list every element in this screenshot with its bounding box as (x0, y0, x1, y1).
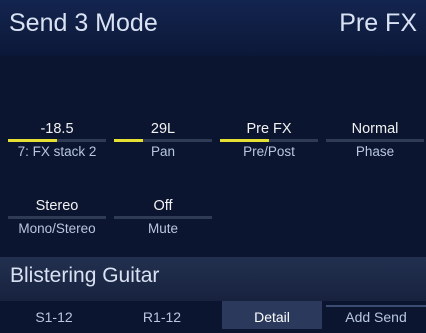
level-bar (326, 139, 424, 142)
softkey-label: Add Send (345, 309, 407, 325)
param-pan[interactable]: 29L Pan (110, 121, 216, 160)
param-mono-stereo[interactable]: Stereo Mono/Stereo (4, 198, 110, 237)
param-value: -18.5 (40, 121, 74, 137)
level-bar-fill (8, 139, 57, 142)
level-bar (114, 216, 212, 219)
param-label: Pan (150, 144, 176, 159)
param-phase[interactable]: Normal Phase (322, 121, 426, 160)
param-send-level[interactable]: -18.5 7: FX stack 2 (4, 121, 110, 160)
level-bar (8, 216, 106, 219)
param-value: Off (153, 198, 173, 214)
level-bar (114, 139, 212, 142)
header-bar: Send 3 Mode Pre FX (0, 0, 426, 56)
softkey-label: R1-12 (142, 309, 182, 325)
param-label: Phase (355, 144, 395, 159)
softkey-indicator-line (326, 305, 426, 307)
param-value: Stereo (35, 198, 79, 214)
softkey-label: Detail (254, 309, 290, 325)
param-pre-post[interactable]: Pre FX Pre/Post (216, 121, 322, 160)
softkey-detail[interactable]: Detail (222, 301, 322, 329)
page-title: Send 3 Mode (9, 9, 158, 37)
level-bar (8, 139, 106, 142)
param-value: Normal (351, 121, 399, 137)
channel-name-bar: Blistering Guitar (0, 257, 426, 301)
current-mode-value: Pre FX (339, 9, 417, 37)
softkey-add-send[interactable]: Add Send (326, 301, 426, 329)
softkey-s1-12[interactable]: S1-12 (4, 301, 104, 329)
param-value: Pre FX (246, 121, 292, 137)
softkey-r1-12[interactable]: R1-12 (112, 301, 212, 329)
level-bar (220, 139, 318, 142)
param-label: 7: FX stack 2 (17, 144, 97, 159)
softkey-row: S1-12 R1-12 Detail Add Send (0, 301, 426, 329)
param-mute[interactable]: Off Mute (110, 198, 216, 237)
channel-name: Blistering Guitar (10, 264, 160, 287)
param-value: 29L (150, 121, 176, 137)
softkey-label: S1-12 (35, 309, 73, 325)
level-bar-fill (114, 139, 144, 142)
param-label: Pre/Post (243, 144, 295, 159)
param-label: Mute (147, 221, 178, 236)
level-bar-fill (220, 139, 269, 142)
param-label: Mono/Stereo (18, 221, 96, 236)
